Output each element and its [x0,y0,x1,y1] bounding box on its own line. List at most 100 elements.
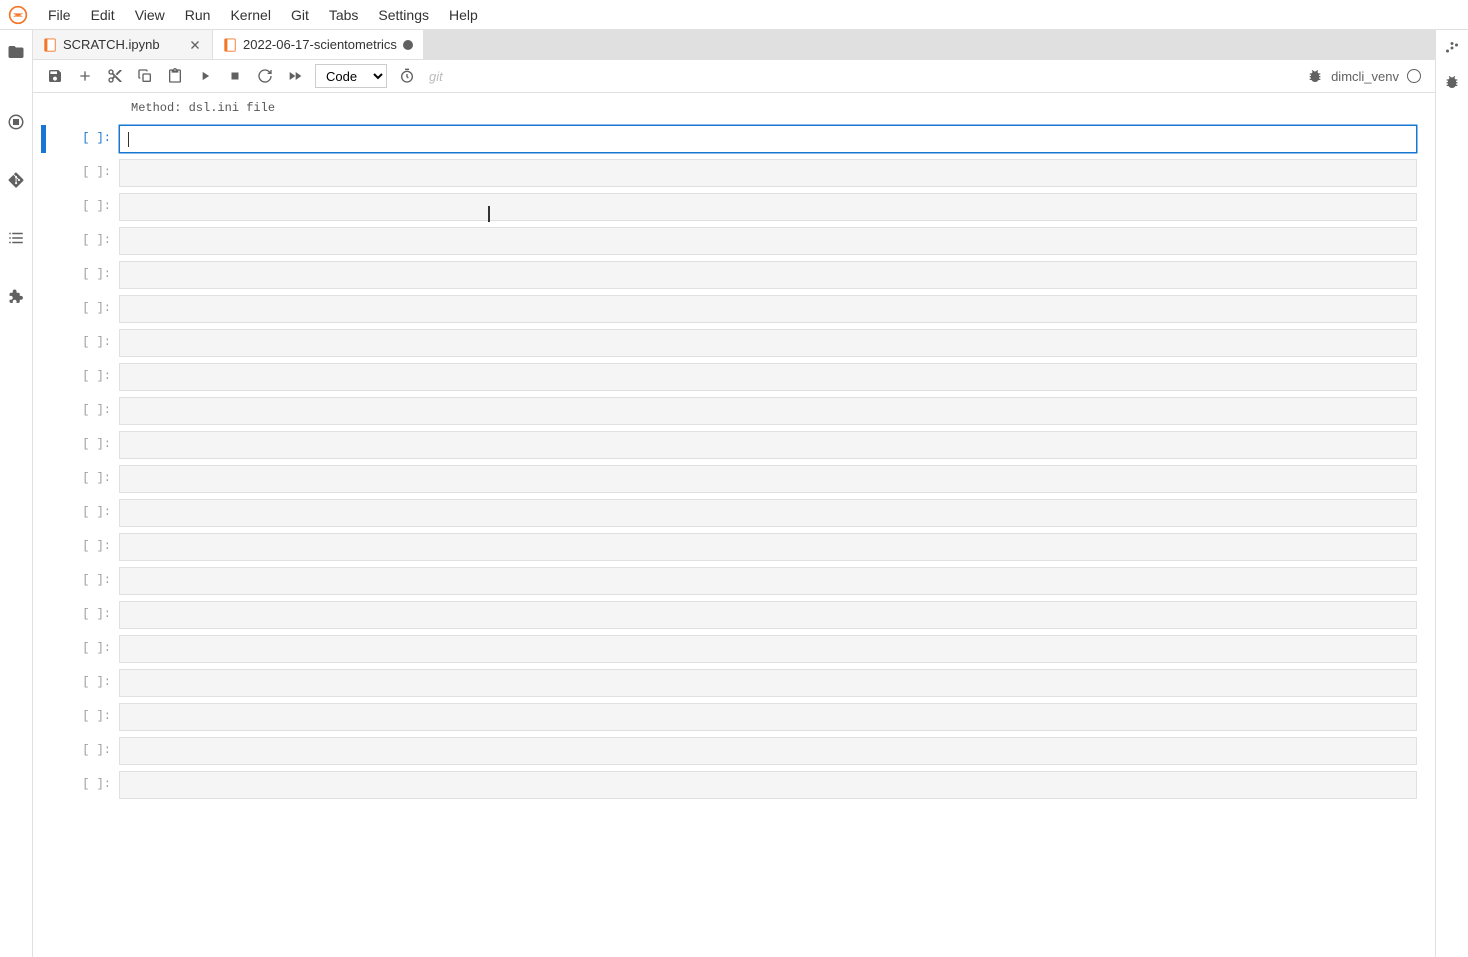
cell-input[interactable] [119,737,1417,765]
menu-file[interactable]: File [38,3,81,27]
cell-marker [41,635,46,663]
cell-marker [41,737,46,765]
cell-input[interactable] [119,227,1417,255]
menu-git[interactable]: Git [281,3,319,27]
notebook-toolbar: Code git dimcli_venv [33,60,1435,93]
fast-forward-button[interactable] [281,64,309,88]
cell-input[interactable] [119,533,1417,561]
menu-help[interactable]: Help [439,3,488,27]
cell-input[interactable] [119,703,1417,731]
code-cell[interactable]: [ ]: [41,703,1417,731]
code-cell[interactable]: [ ]: [41,159,1417,187]
code-cell[interactable]: [ ]: [41,329,1417,357]
cell-input[interactable] [119,669,1417,697]
tab-scratch[interactable]: SCRATCH.ipynb [33,30,213,59]
notebook-content[interactable]: Method: dsl.ini file [ ]:[ ]:[ ]:[ ]:[ ]… [33,93,1435,957]
cell-input[interactable] [119,499,1417,527]
cell-marker [41,329,46,357]
tab-scientometrics[interactable]: 2022-06-17-scientometrics [213,30,424,59]
kernel-name[interactable]: dimcli_venv [1331,69,1399,84]
code-cell[interactable]: [ ]: [41,737,1417,765]
cell-input[interactable] [119,295,1417,323]
menu-edit[interactable]: Edit [81,3,125,27]
code-cell[interactable]: [ ]: [41,261,1417,289]
cell-input[interactable] [119,771,1417,799]
jupyter-logo[interactable] [8,5,28,25]
cell-marker [41,295,46,323]
menubar: FileEditViewRunKernelGitTabsSettingsHelp [0,0,1468,30]
code-cell[interactable]: [ ]: [41,227,1417,255]
bug-icon[interactable] [1307,68,1323,84]
stop-button[interactable] [221,64,249,88]
cell-marker [41,567,46,595]
cell-input[interactable] [119,635,1417,663]
folder-icon[interactable] [6,42,26,62]
restart-button[interactable] [251,64,279,88]
cell-input[interactable] [119,363,1417,391]
copy-button[interactable] [131,64,159,88]
cell-input[interactable] [119,431,1417,459]
code-cell[interactable]: [ ]: [41,567,1417,595]
cell-prompt: [ ]: [51,159,119,187]
running-icon[interactable] [6,112,26,132]
menu-run[interactable]: Run [175,3,221,27]
paste-button[interactable] [161,64,189,88]
extension-icon[interactable] [6,286,26,306]
notebook-icon [43,38,57,52]
code-cell[interactable]: [ ]: [41,397,1417,425]
property-inspector-icon[interactable] [1442,38,1462,58]
cell-input[interactable] [119,397,1417,425]
timing-button[interactable] [393,64,421,88]
cell-prompt: [ ]: [51,193,119,221]
code-cell[interactable]: [ ]: [41,431,1417,459]
cell-prompt: [ ]: [51,635,119,663]
code-cell[interactable]: [ ]: [41,499,1417,527]
cell-input[interactable] [119,465,1417,493]
tab-title: 2022-06-17-scientometrics [243,37,397,52]
code-cell[interactable]: [ ]: [41,635,1417,663]
cell-input[interactable] [119,193,1417,221]
tab-title: SCRATCH.ipynb [63,37,182,52]
code-cell[interactable]: [ ]: [41,465,1417,493]
cell-marker [41,669,46,697]
code-cell[interactable]: [ ]: [41,771,1417,799]
kernel-status-icon[interactable] [1407,69,1421,83]
cursor [128,132,129,147]
cut-button[interactable] [101,64,129,88]
code-cell[interactable]: [ ]: [41,295,1417,323]
cell-input[interactable] [119,329,1417,357]
menu-kernel[interactable]: Kernel [220,3,280,27]
code-cell[interactable]: [ ]: [41,125,1417,153]
cell-marker [41,397,46,425]
cell-input[interactable] [119,159,1417,187]
menu-settings[interactable]: Settings [368,3,439,27]
cell-input[interactable] [119,567,1417,595]
cell-type-select[interactable]: Code [315,64,387,88]
debugger-icon[interactable] [1442,72,1462,92]
cell-input[interactable] [119,125,1417,153]
main-panel: SCRATCH.ipynb 2022-06-17-scientometrics [33,30,1435,957]
add-cell-button[interactable] [71,64,99,88]
save-button[interactable] [41,64,69,88]
cell-marker [41,465,46,493]
menu-tabs[interactable]: Tabs [319,3,369,27]
menu-view[interactable]: View [125,3,175,27]
toc-icon[interactable] [6,228,26,248]
run-button[interactable] [191,64,219,88]
code-cell[interactable]: [ ]: [41,669,1417,697]
cell-marker [41,431,46,459]
cell-prompt: [ ]: [51,567,119,595]
code-cell[interactable]: [ ]: [41,193,1417,221]
code-cell[interactable]: [ ]: [41,363,1417,391]
cell-input[interactable] [119,601,1417,629]
cell-marker [41,227,46,255]
code-cell[interactable]: [ ]: [41,533,1417,561]
close-icon[interactable] [188,38,202,52]
cell-marker [41,703,46,731]
cell-input[interactable] [119,261,1417,289]
git-icon[interactable] [6,170,26,190]
cell-prompt: [ ]: [51,703,119,731]
cell-prompt: [ ]: [51,533,119,561]
code-cell[interactable]: [ ]: [41,601,1417,629]
cell-prompt: [ ]: [51,329,119,357]
